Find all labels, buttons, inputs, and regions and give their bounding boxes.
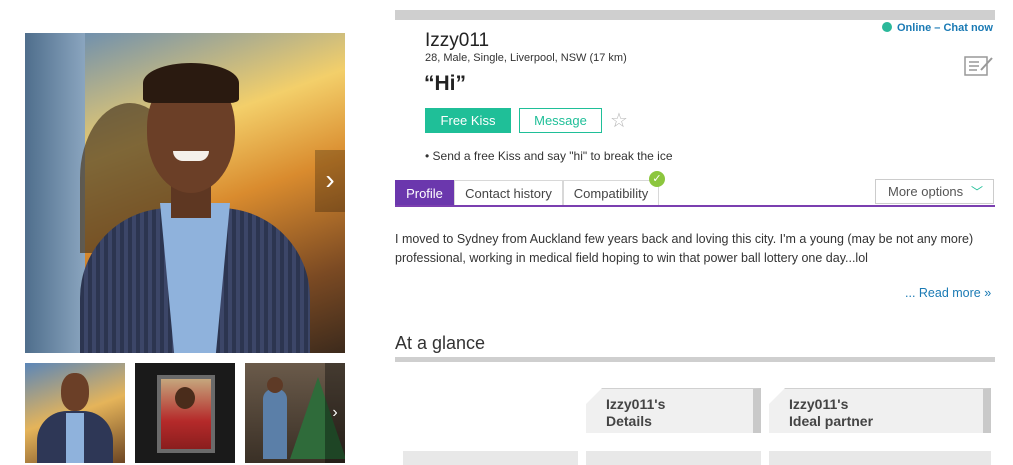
message-button[interactable]: Message — [519, 108, 602, 133]
photo-thumbnail[interactable] — [25, 363, 125, 463]
next-thumbnails-button[interactable]: › — [325, 363, 345, 463]
ideal-partner-card[interactable]: Izzy011's Ideal partner — [769, 388, 991, 433]
note-edit-icon[interactable] — [963, 54, 995, 78]
card-owner: Izzy011's — [789, 396, 849, 412]
photo-subject — [173, 151, 209, 161]
kiss-tip: • Send a free Kiss and say "hi" to break… — [425, 149, 673, 163]
card-corner-fold — [769, 388, 785, 404]
checkmark-icon: ✓ — [649, 171, 665, 187]
read-more-link[interactable]: ... Read more » — [905, 286, 991, 300]
profile-details: 28, Male, Single, Liverpool, NSW (17 km) — [425, 52, 627, 64]
card-label: Ideal partner — [789, 413, 874, 429]
chevron-right-icon: › — [325, 164, 335, 195]
tab-contact-history[interactable]: Contact history — [454, 180, 563, 205]
more-options-dropdown[interactable]: More options ﹀ — [875, 179, 994, 204]
section-title: At a glance — [395, 333, 486, 353]
more-options-label: More options — [888, 184, 964, 199]
next-photo-button[interactable]: › — [315, 150, 345, 212]
header-divider — [395, 10, 995, 20]
photo-subject — [143, 63, 239, 103]
photo-background — [25, 33, 85, 353]
chevron-down-icon: ﹀ — [970, 185, 983, 199]
card-label: Details — [606, 413, 652, 429]
main-profile-photo[interactable] — [25, 33, 345, 353]
card-owner: Izzy011's — [606, 396, 666, 412]
section-divider — [395, 357, 995, 362]
card-corner-fold — [586, 388, 602, 404]
favorite-star-icon[interactable]: ☆ — [610, 110, 628, 132]
photo-thumbnail[interactable] — [135, 363, 235, 463]
free-kiss-button[interactable]: Free Kiss — [425, 108, 511, 133]
glance-row — [586, 451, 761, 465]
about-text: I moved to Sydney from Auckland few year… — [395, 232, 974, 265]
profile-headline: “Hi” — [424, 72, 466, 95]
details-card[interactable]: Izzy011's Details — [586, 388, 761, 433]
online-chat-label: Online – Chat now — [897, 22, 993, 34]
profile-username: Izzy011 — [425, 30, 490, 51]
online-chat-link[interactable]: Online – Chat now — [882, 22, 993, 34]
glance-row — [403, 451, 578, 465]
online-status-icon — [882, 22, 892, 32]
chevron-right-icon: › — [332, 404, 338, 421]
tab-profile[interactable]: Profile — [395, 180, 454, 205]
tab-compatibility[interactable]: Compatibility — [563, 180, 659, 205]
glance-row — [769, 451, 991, 465]
